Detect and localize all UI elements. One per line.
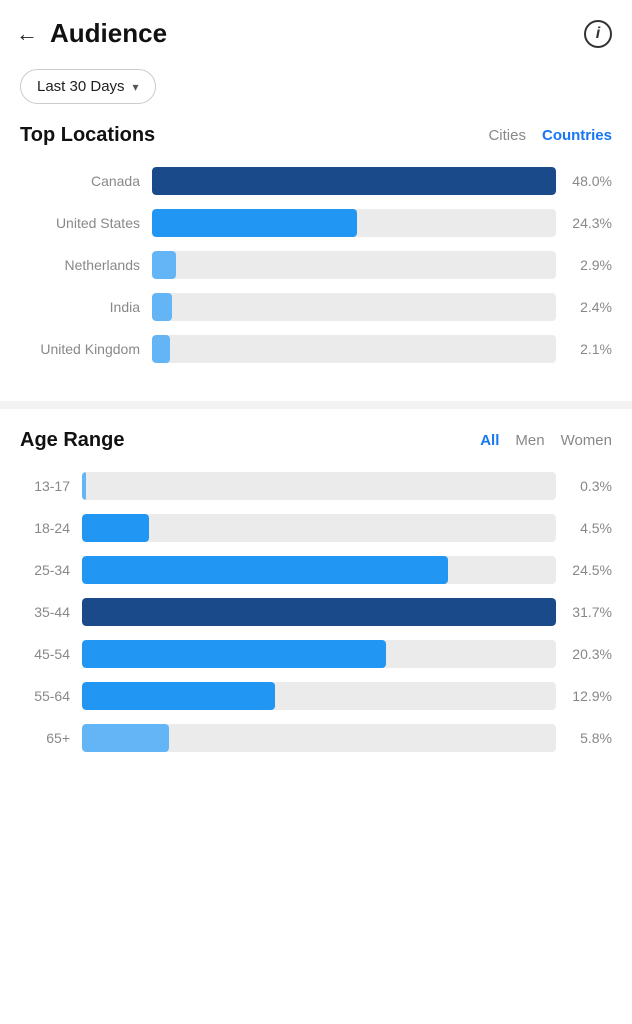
location-bar-fill	[152, 209, 357, 237]
age-bar-container	[82, 556, 556, 584]
location-bar-fill	[152, 251, 176, 279]
age-tabs: All Men Women	[480, 432, 612, 449]
age-percent: 0.3%	[568, 478, 612, 494]
age-label: 45-54	[20, 646, 70, 662]
age-row: 65+ 5.8%	[20, 724, 612, 752]
location-bar-container	[152, 167, 556, 195]
age-row: 25-34 24.5%	[20, 556, 612, 584]
tab-countries[interactable]: Countries	[542, 127, 612, 144]
age-bar-fill	[82, 682, 275, 710]
location-percent: 24.3%	[568, 215, 612, 231]
tab-women[interactable]: Women	[561, 432, 612, 449]
location-bar-fill	[152, 335, 170, 363]
age-bar-container	[82, 598, 556, 626]
age-percent: 4.5%	[568, 520, 612, 536]
age-percent: 5.8%	[568, 730, 612, 746]
location-tabs: Cities Countries	[488, 127, 612, 144]
location-bar-container	[152, 335, 556, 363]
age-label: 65+	[20, 730, 70, 746]
header-left: ← Audience	[16, 18, 167, 49]
age-percent: 31.7%	[568, 604, 612, 620]
top-locations-header: Top Locations Cities Countries	[20, 124, 612, 147]
age-range-title: Age Range	[20, 429, 124, 452]
location-percent: 2.4%	[568, 299, 612, 315]
location-bar-container	[152, 209, 556, 237]
date-filter: Last 30 Days ▾	[0, 61, 632, 124]
location-percent: 48.0%	[568, 173, 612, 189]
age-bar-container	[82, 514, 556, 542]
age-row: 35-44 31.7%	[20, 598, 612, 626]
location-bar-container	[152, 293, 556, 321]
age-bar-container	[82, 640, 556, 668]
location-row: Canada 48.0%	[20, 167, 612, 195]
location-bar-container	[152, 251, 556, 279]
location-row: United Kingdom 2.1%	[20, 335, 612, 363]
location-percent: 2.1%	[568, 341, 612, 357]
location-percent: 2.9%	[568, 257, 612, 273]
tab-cities[interactable]: Cities	[488, 127, 526, 144]
location-name: United Kingdom	[20, 341, 140, 357]
location-name: Canada	[20, 173, 140, 189]
age-row: 18-24 4.5%	[20, 514, 612, 542]
age-bar-fill	[82, 724, 169, 752]
age-label: 55-64	[20, 688, 70, 704]
age-bar-container	[82, 472, 556, 500]
age-row: 55-64 12.9%	[20, 682, 612, 710]
location-row: Netherlands 2.9%	[20, 251, 612, 279]
age-label: 25-34	[20, 562, 70, 578]
location-bar-fill	[152, 167, 556, 195]
location-bar-fill	[152, 293, 172, 321]
age-percent: 20.3%	[568, 646, 612, 662]
age-label: 18-24	[20, 520, 70, 536]
age-bar-container	[82, 724, 556, 752]
age-range-section: Age Range All Men Women 13-17 0.3% 18-24…	[0, 409, 632, 790]
date-filter-label: Last 30 Days	[37, 78, 125, 95]
age-bar-fill	[82, 598, 556, 626]
chevron-down-icon: ▾	[133, 80, 139, 94]
age-bar-fill	[82, 556, 448, 584]
info-button[interactable]: i	[584, 20, 612, 48]
age-percent: 12.9%	[568, 688, 612, 704]
location-name: India	[20, 299, 140, 315]
location-row: United States 24.3%	[20, 209, 612, 237]
age-rows: 13-17 0.3% 18-24 4.5% 25-34 24.5% 35-44 …	[20, 472, 612, 752]
page-title: Audience	[50, 18, 167, 49]
header: ← Audience i	[0, 0, 632, 61]
location-rows: Canada 48.0% United States 24.3% Netherl…	[20, 167, 612, 363]
age-bar-fill	[82, 472, 86, 500]
location-name: United States	[20, 215, 140, 231]
location-name: Netherlands	[20, 257, 140, 273]
age-bar-container	[82, 682, 556, 710]
back-button[interactable]: ←	[16, 21, 38, 47]
age-percent: 24.5%	[568, 562, 612, 578]
age-row: 13-17 0.3%	[20, 472, 612, 500]
age-label: 13-17	[20, 478, 70, 494]
age-bar-fill	[82, 514, 149, 542]
top-locations-title: Top Locations	[20, 124, 155, 147]
date-filter-button[interactable]: Last 30 Days ▾	[20, 69, 156, 104]
age-range-header: Age Range All Men Women	[20, 429, 612, 452]
tab-all[interactable]: All	[480, 432, 499, 449]
location-row: India 2.4%	[20, 293, 612, 321]
top-locations-section: Top Locations Cities Countries Canada 48…	[0, 124, 632, 409]
age-label: 35-44	[20, 604, 70, 620]
age-row: 45-54 20.3%	[20, 640, 612, 668]
age-bar-fill	[82, 640, 386, 668]
tab-men[interactable]: Men	[515, 432, 544, 449]
